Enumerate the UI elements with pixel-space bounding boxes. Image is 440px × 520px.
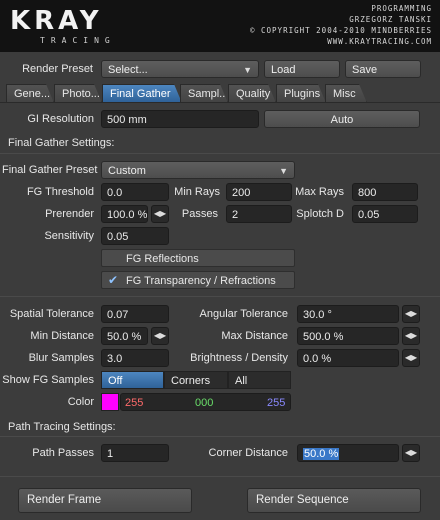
fg-threshold-field[interactable]: 0.0 — [101, 183, 169, 201]
color-label: Color — [67, 396, 94, 408]
fg-preset-value: Custom — [108, 165, 146, 177]
fg-threshold-label: FG Threshold — [26, 186, 94, 198]
color-swatch[interactable] — [101, 393, 119, 411]
gi-resolution-field[interactable]: 500 mm — [101, 110, 259, 128]
fg-preset-dropdown[interactable]: Custom ▼ — [101, 161, 295, 179]
corner-distance-field[interactable]: 50.0 % — [297, 444, 399, 462]
tab-misc[interactable]: Misc — [325, 84, 367, 103]
kray-logo: KRAY — [10, 6, 103, 36]
kray-logo-subtitle: TRACING — [40, 36, 116, 45]
max-rays-field[interactable]: 800 — [352, 183, 418, 201]
passes-field[interactable]: 2 — [226, 205, 292, 223]
tab-final-gather[interactable]: Final Gather — [102, 84, 182, 103]
checkmark-icon: ✔ — [107, 273, 119, 287]
chevron-down-icon: ▼ — [243, 65, 252, 75]
section-divider — [0, 476, 440, 477]
min-rays-field[interactable]: 200 — [226, 183, 292, 201]
chevron-down-icon: ▼ — [279, 166, 288, 176]
max-rays-label: Max Rays — [295, 186, 344, 198]
prerender-label: Prerender — [45, 208, 94, 220]
final-gather-settings-title: Final Gather Settings: — [8, 137, 115, 149]
splotch-label: Splotch D — [296, 208, 344, 220]
prerender-stepper[interactable]: ◀▶ — [151, 205, 169, 223]
min-rays-label: Min Rays — [174, 186, 220, 198]
render-sequence-button[interactable]: Render Sequence — [247, 488, 421, 513]
fg-preset-label: Final Gather Preset — [2, 164, 98, 176]
fg-refractions-label: FG Transparency / Refractions — [126, 275, 276, 287]
sensitivity-label: Sensitivity — [44, 230, 94, 242]
blur-samples-label: Blur Samples — [28, 352, 94, 364]
brightness-density-label: Brightness / Density — [190, 352, 288, 364]
save-button[interactable]: Save — [345, 60, 421, 78]
corner-distance-stepper[interactable]: ◀▶ — [402, 444, 420, 462]
color-blue-value: 255 — [267, 397, 286, 409]
show-samples-off[interactable]: Off — [101, 371, 164, 389]
show-samples-all[interactable]: All — [228, 371, 291, 389]
header-copyright: © COPYRIGHT 2004-2010 MINDBERRIES — [249, 26, 432, 35]
color-value-field[interactable]: 255 000 255 — [120, 393, 291, 411]
section-divider — [0, 436, 440, 437]
render-preset-label: Render Preset — [22, 63, 93, 75]
tab-sampling[interactable]: Sampl... — [180, 84, 228, 103]
tab-plugins[interactable]: Plugins — [276, 84, 326, 103]
passes-label: Passes — [181, 208, 218, 220]
color-green-value: 000 — [195, 397, 214, 409]
path-tracing-settings-title: Path Tracing Settings: — [8, 421, 116, 433]
min-distance-stepper[interactable]: ◀▶ — [151, 327, 169, 345]
max-distance-stepper[interactable]: ◀▶ — [402, 327, 420, 345]
angular-tolerance-label: Angular Tolerance — [199, 308, 288, 320]
max-distance-label: Max Distance — [221, 330, 288, 342]
show-samples-corners[interactable]: Corners — [164, 371, 228, 389]
sensitivity-field[interactable]: 0.05 — [101, 227, 169, 245]
section-divider — [0, 153, 440, 154]
section-divider — [0, 296, 440, 297]
tab-photon[interactable]: Photo... — [54, 84, 102, 103]
fg-reflections-label: FG Reflections — [126, 253, 199, 265]
corner-distance-label: Corner Distance — [208, 447, 288, 459]
spatial-tolerance-label: Spatial Tolerance — [9, 308, 94, 320]
render-frame-button[interactable]: Render Frame — [18, 488, 192, 513]
show-fg-samples-label: Show FG Samples — [2, 374, 94, 386]
tab-general[interactable]: Gene... — [6, 84, 54, 103]
angular-tolerance-stepper[interactable]: ◀▶ — [402, 305, 420, 323]
fg-reflections-checkbox[interactable]: FG Reflections — [101, 249, 295, 267]
tab-quality[interactable]: Quality — [228, 84, 276, 103]
path-passes-label: Path Passes — [32, 447, 94, 459]
header-programming: PROGRAMMING — [371, 4, 432, 13]
min-distance-field[interactable]: 50.0 % — [101, 327, 148, 345]
brightness-density-stepper[interactable]: ◀▶ — [402, 349, 420, 367]
checkbox-empty-icon — [106, 251, 120, 265]
spatial-tolerance-field[interactable]: 0.07 — [101, 305, 169, 323]
gi-auto-button[interactable]: Auto — [264, 110, 420, 128]
path-passes-field[interactable]: 1 — [101, 444, 169, 462]
angular-tolerance-field[interactable]: 30.0 ° — [297, 305, 399, 323]
render-preset-dropdown[interactable]: Select... ▼ — [101, 60, 259, 78]
render-preset-value: Select... — [108, 64, 148, 76]
fg-refractions-checkbox[interactable]: ✔ FG Transparency / Refractions — [101, 271, 295, 289]
min-distance-label: Min Distance — [30, 330, 94, 342]
corner-distance-value: 50.0 % — [303, 448, 340, 460]
tab-bar-divider — [0, 102, 440, 103]
blur-samples-field[interactable]: 3.0 — [101, 349, 169, 367]
header-banner: KRAY TRACING PROGRAMMING GRZEGORZ TANSKI… — [0, 0, 440, 52]
splotch-field[interactable]: 0.05 — [352, 205, 418, 223]
gi-resolution-label: GI Resolution — [27, 113, 94, 125]
color-red-value: 255 — [125, 397, 144, 409]
header-author: GRZEGORZ TANSKI — [349, 15, 432, 24]
max-distance-field[interactable]: 500.0 % — [297, 327, 399, 345]
brightness-density-field[interactable]: 0.0 % — [297, 349, 399, 367]
header-website: WWW.KRAYTRACING.COM — [327, 37, 432, 46]
prerender-field[interactable]: 100.0 % — [101, 205, 148, 223]
load-button[interactable]: Load — [264, 60, 340, 78]
